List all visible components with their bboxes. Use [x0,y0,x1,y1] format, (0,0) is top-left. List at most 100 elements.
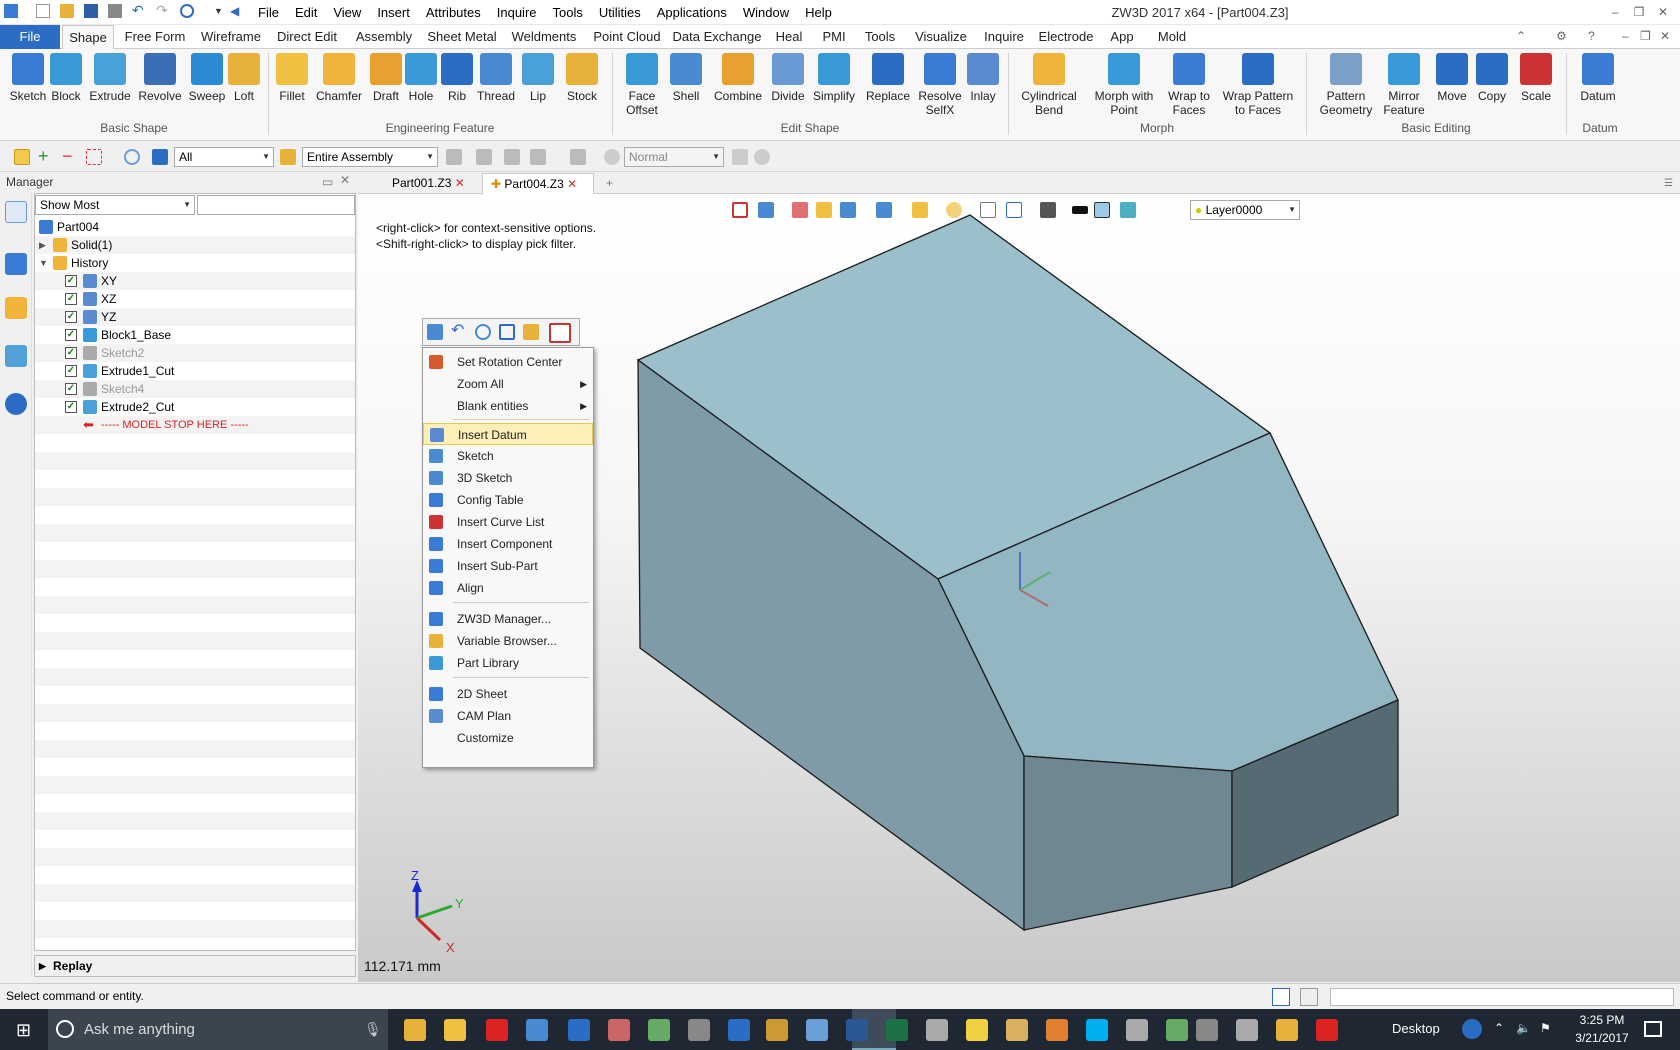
menu-help[interactable]: Help [797,0,840,25]
visibility-checkbox[interactable]: ✓ [65,401,77,413]
edit-icon[interactable] [427,324,443,340]
cortana-search[interactable]: Ask me anything 🎙 [48,1009,388,1050]
file-explorer-icon[interactable] [404,1019,426,1041]
menu-edit[interactable]: Edit [287,0,325,25]
ribbon-close-icon[interactable]: ✕ [1660,29,1670,43]
expand-arrow-icon[interactable]: ▼ [39,254,48,272]
tree-item[interactable]: ✓ YZ [35,308,355,326]
tree-item[interactable]: ▼ History [35,254,355,272]
ctx-blank-entities[interactable]: Blank entities ▶ [423,395,593,417]
tab-pmi[interactable]: PMI [814,25,854,49]
gear-icon[interactable]: ⚙ [1556,29,1567,43]
app-icon-7[interactable] [1166,1019,1188,1041]
skype-icon[interactable] [1086,1019,1108,1041]
scale-button[interactable]: Scale [1516,53,1556,103]
mode-combo[interactable]: Normal ▼ [624,147,724,167]
status-toggle-2-icon[interactable] [1300,988,1318,1006]
tab-assembly[interactable]: Assembly [348,25,420,49]
wrap-pattern-to-faces-button[interactable]: Wrap Pattern to Faces [1216,53,1300,117]
menu-applications[interactable]: Applications [649,0,735,25]
minimize-icon[interactable]: – [1608,5,1622,19]
folder-icon[interactable] [444,1019,466,1041]
pick-icon-2[interactable] [476,149,492,165]
help-up-icon[interactable]: ⌃ [1516,29,1526,43]
tray-chevron-icon[interactable]: ⌃ [1494,1021,1504,1035]
visibility-checkbox[interactable]: ✓ [65,365,77,377]
visibility-checkbox[interactable]: ✓ [65,311,77,323]
close-tab-icon[interactable]: ✕ [455,176,465,190]
ctx-insert-component[interactable]: Insert Component [423,533,593,555]
microphone-icon[interactable]: 🎙 [364,1021,382,1038]
replay-bar[interactable]: ▶ Replay [34,955,356,977]
visibility-checkbox[interactable]: ✓ [65,275,77,287]
menu-attributes[interactable]: Attributes [418,0,489,25]
clock-date[interactable]: 3/21/2017 [1572,1031,1632,1045]
gear-icon[interactable] [604,149,620,165]
user-icon[interactable] [5,393,27,415]
sketch-edit-icon[interactable] [499,324,515,340]
thread-button[interactable]: Thread [474,53,518,103]
new-file-icon[interactable] [36,4,50,18]
view-manager-icon[interactable] [5,345,27,367]
visibility-checkbox[interactable]: ✓ [65,293,77,305]
media-icon[interactable] [1276,1019,1298,1041]
tree-item[interactable]: ✓ XZ [35,290,355,308]
menu-tools[interactable]: Tools [545,0,591,25]
filter-icon[interactable] [152,149,168,165]
add-icon[interactable]: + [38,147,54,165]
tab-sheet-metal[interactable]: Sheet Metal [424,25,500,49]
ctx-customize[interactable]: Customize [423,727,593,749]
visibility-checkbox[interactable]: ✓ [65,347,77,359]
app-icon-9[interactable] [1236,1019,1258,1041]
paint-icon[interactable] [608,1019,630,1041]
extrude-button[interactable]: Extrude [86,53,134,103]
ctx-sketch[interactable]: Sketch [423,445,593,467]
ctx-variable-browser[interactable]: Variable Browser... [423,630,593,652]
tree-item[interactable]: ▶ Solid(1) [35,236,355,254]
app-icon[interactable] [688,1019,710,1041]
app-icon-2[interactable] [728,1019,750,1041]
clock-time[interactable]: 3:25 PM [1572,1013,1632,1027]
back-arrow-icon[interactable]: ◀ [230,4,244,18]
face-offset-button[interactable]: Face Offset [616,53,668,117]
expand-arrow-icon[interactable]: ▶ [39,236,46,254]
tab-part001[interactable]: Part001.Z3 ✕ [384,173,480,194]
wrap-to-faces-button[interactable]: Wrap to Faces [1162,53,1216,117]
pin-icon[interactable]: ▭ [322,175,333,189]
tab-weldments[interactable]: Weldments [504,25,584,49]
tab-point-cloud[interactable]: Point Cloud [588,25,666,49]
ctx-set-rotation-center[interactable]: Set Rotation Center [423,351,593,373]
morph-with-point-button[interactable]: Morph with Point [1088,53,1160,117]
app-icon-3[interactable] [766,1019,788,1041]
pdf-icon[interactable] [1316,1019,1338,1041]
app-icon-8[interactable] [1196,1019,1218,1041]
close-icon[interactable]: ✕ [1656,5,1670,19]
tab-shape[interactable]: Shape [62,25,114,49]
ctx-zoom-all[interactable]: Zoom All ▶ [423,373,593,395]
ctx-part-library[interactable]: Part Library [423,652,593,674]
ctx-align[interactable]: Align [423,577,593,599]
calculator-icon[interactable] [926,1019,948,1041]
ribbon-restore-icon[interactable]: ❐ [1640,29,1651,43]
inlay-button[interactable]: Inlay [964,53,1002,103]
tab-wireframe[interactable]: Wireframe [196,25,266,49]
select-icon[interactable] [14,149,30,165]
hole-button[interactable]: Hole [402,53,440,103]
outlook-icon[interactable] [568,1019,590,1041]
image-viewer-icon[interactable] [648,1019,670,1041]
volume-icon[interactable]: 🔈 [1516,1021,1531,1035]
windows-start-icon[interactable]: ⊞ [16,1021,34,1039]
command-input[interactable] [1330,988,1674,1006]
ctx-undo-icon[interactable]: ↶ [451,323,467,340]
tab-menu-icon[interactable]: ☰ [1656,173,1676,194]
excel-icon[interactable] [886,1019,908,1041]
assembly-manager-icon[interactable] [5,253,27,275]
zw3d-icon[interactable] [806,1019,828,1041]
qa-dropdown-icon[interactable]: ▼ [214,4,228,18]
close-tab-icon[interactable]: ✕ [567,177,577,191]
opera-icon[interactable] [486,1019,508,1041]
tree-item[interactable]: ✓ Block1_Base [35,326,355,344]
menu-view[interactable]: View [325,0,369,25]
assembly-icon[interactable] [280,149,296,165]
tree-item[interactable]: ✓ Sketch4 [35,380,355,398]
